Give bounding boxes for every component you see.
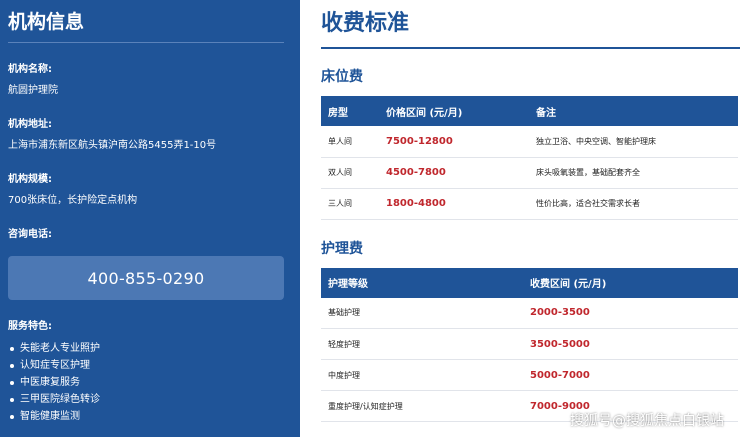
feature-text: 中医康复服务 <box>20 377 80 388</box>
service-features-list: 失能老人专业照护 认知症专区护理 中医康复服务 三甲医院绿色转诊 智能健康监测 <box>8 340 292 425</box>
sidebar-divider <box>8 42 284 43</box>
fee-cell: 5000-7000 <box>523 359 738 391</box>
watermark: 搜狐号@搜狐焦点白银站 <box>570 413 724 429</box>
institution-address-value: 上海市浦东新区航头镇沪南公路5455弄1-10号 <box>8 140 217 151</box>
table-row: 轻度护理 3500-5000 <box>321 328 738 360</box>
feature-text: 三甲医院绿色转诊 <box>20 394 100 405</box>
bullet-icon <box>10 414 14 419</box>
fee-cell: 3500-5000 <box>523 328 738 360</box>
care-fee-table: 护理等级 收费区间 (元/月) 基础护理 2000-3500 轻度护理 3500… <box>321 267 738 422</box>
table-header-row: 房型 价格区间 (元/月) 备注 <box>321 96 738 126</box>
column-header-price-range: 价格区间 (元/月) <box>379 96 529 126</box>
institution-scale-label: 机构规模: <box>8 174 52 185</box>
table-row: 双人间 4500-7800 床头吸氧装置，基础配套齐全 <box>321 157 738 189</box>
price-cell: 1800-4800 <box>379 188 529 220</box>
bed-fee-table: 房型 价格区间 (元/月) 备注 单人间 7500-12800 独立卫浴、中央空… <box>321 96 738 220</box>
bullet-icon <box>10 363 14 368</box>
column-header-notes: 备注 <box>529 96 738 126</box>
list-item: 中医康复服务 <box>8 374 292 391</box>
institution-name-value: 航圆护理院 <box>8 85 58 96</box>
table-header-row: 护理等级 收费区间 (元/月) <box>321 267 738 298</box>
notes-cell: 床头吸氧装置，基础配套齐全 <box>529 157 738 189</box>
institution-name-label: 机构名称: <box>8 64 52 75</box>
notes-cell: 独立卫浴、中央空调、智能护理床 <box>529 126 738 158</box>
institution-address-label: 机构地址: <box>8 119 52 130</box>
care-fee-title: 护理费 <box>321 240 363 257</box>
institution-scale-value: 700张床位，长护险定点机构 <box>8 195 138 206</box>
price-cell: 4500-7800 <box>379 157 529 189</box>
care-level-cell: 重度护理/认知症护理 <box>321 390 523 422</box>
care-level-cell: 轻度护理 <box>321 328 523 360</box>
room-type-cell: 三人间 <box>321 188 379 220</box>
consult-phone-label: 咨询电话: <box>8 229 52 240</box>
table-row: 单人间 7500-12800 独立卫浴、中央空调、智能护理床 <box>321 126 738 158</box>
notes-cell: 性价比高，适合社交需求长者 <box>529 188 738 220</box>
institution-info-title: 机构信息 <box>8 11 85 33</box>
fee-standard-panel: 收费标准 床位费 房型 价格区间 (元/月) 备注 单人间 7500-12800… <box>321 0 740 437</box>
feature-text: 认知症专区护理 <box>20 360 90 371</box>
feature-text: 智能健康监测 <box>20 411 80 422</box>
column-header-care-level: 护理等级 <box>321 267 523 298</box>
list-item: 失能老人专业照护 <box>8 340 292 357</box>
bullet-icon <box>10 346 14 351</box>
title-divider <box>321 47 740 49</box>
consult-phone-number: 400-855-0290 <box>87 268 205 288</box>
care-level-cell: 基础护理 <box>321 297 523 329</box>
table-row: 三人间 1800-4800 性价比高，适合社交需求长者 <box>321 188 738 220</box>
list-item: 智能健康监测 <box>8 408 292 425</box>
feature-text: 失能老人专业照护 <box>20 343 100 354</box>
institution-info-panel: 机构信息 机构名称: 航圆护理院 机构地址: 上海市浦东新区航头镇沪南公路545… <box>0 0 300 437</box>
room-type-cell: 双人间 <box>321 157 379 189</box>
column-header-room-type: 房型 <box>321 96 379 126</box>
service-features-label: 服务特色: <box>8 321 52 332</box>
list-item: 认知症专区护理 <box>8 357 292 374</box>
table-row: 基础护理 2000-3500 <box>321 297 738 329</box>
price-cell: 7500-12800 <box>379 126 529 158</box>
bullet-icon <box>10 380 14 385</box>
care-level-cell: 中度护理 <box>321 359 523 391</box>
list-item: 三甲医院绿色转诊 <box>8 391 292 408</box>
fee-cell: 2000-3500 <box>523 297 738 329</box>
fee-standard-title: 收费标准 <box>321 11 410 36</box>
consult-phone-button[interactable]: 400-855-0290 <box>8 256 284 300</box>
table-row: 中度护理 5000-7000 <box>321 359 738 391</box>
bed-fee-title: 床位费 <box>321 69 363 85</box>
bullet-icon <box>10 397 14 402</box>
column-header-fee-range: 收费区间 (元/月) <box>523 267 738 298</box>
room-type-cell: 单人间 <box>321 126 379 158</box>
